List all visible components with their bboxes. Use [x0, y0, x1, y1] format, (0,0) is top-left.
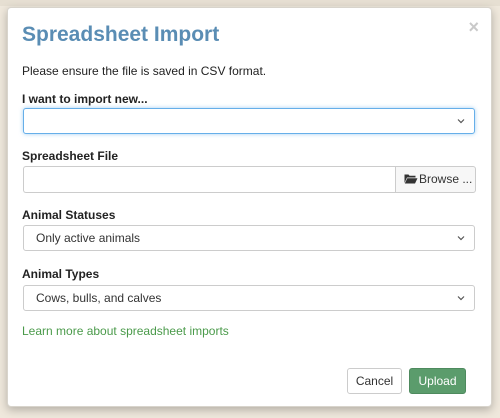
browse-label: Browse ...	[419, 172, 473, 186]
animal-statuses-value: Only active animals	[36, 231, 141, 245]
animal-types-label: Animal Types	[22, 267, 100, 281]
file-path-input[interactable]	[23, 166, 395, 193]
import-type-select[interactable]	[23, 108, 475, 134]
animal-types-value: Cows, bulls, and calves	[36, 291, 162, 305]
dialog-title: Spreadsheet Import	[22, 23, 220, 46]
browse-button[interactable]: Browse ...	[395, 166, 476, 193]
learn-more-link[interactable]: Learn more about spreadsheet imports	[22, 324, 229, 338]
close-icon[interactable]: ×	[468, 18, 479, 36]
chevron-down-icon	[457, 296, 465, 301]
animal-statuses-select[interactable]: Only active animals	[23, 225, 475, 251]
spreadsheet-file-label: Spreadsheet File	[22, 149, 119, 163]
chevron-down-icon	[457, 236, 465, 241]
animal-statuses-label: Animal Statuses	[22, 208, 116, 222]
import-type-label: I want to import new...	[22, 92, 148, 106]
animal-types-select[interactable]: Cows, bulls, and calves	[23, 285, 475, 311]
page-backdrop	[0, 0, 500, 6]
cancel-button[interactable]: Cancel	[347, 368, 402, 394]
intro-text: Please ensure the file is saved in CSV f…	[22, 64, 267, 78]
spreadsheet-import-dialog: × Spreadsheet Import Please ensure the f…	[7, 7, 492, 407]
upload-button[interactable]: Upload	[409, 368, 466, 394]
chevron-down-icon	[457, 119, 465, 124]
spreadsheet-file-picker: Browse ...	[23, 166, 476, 193]
folder-open-icon	[404, 174, 418, 184]
